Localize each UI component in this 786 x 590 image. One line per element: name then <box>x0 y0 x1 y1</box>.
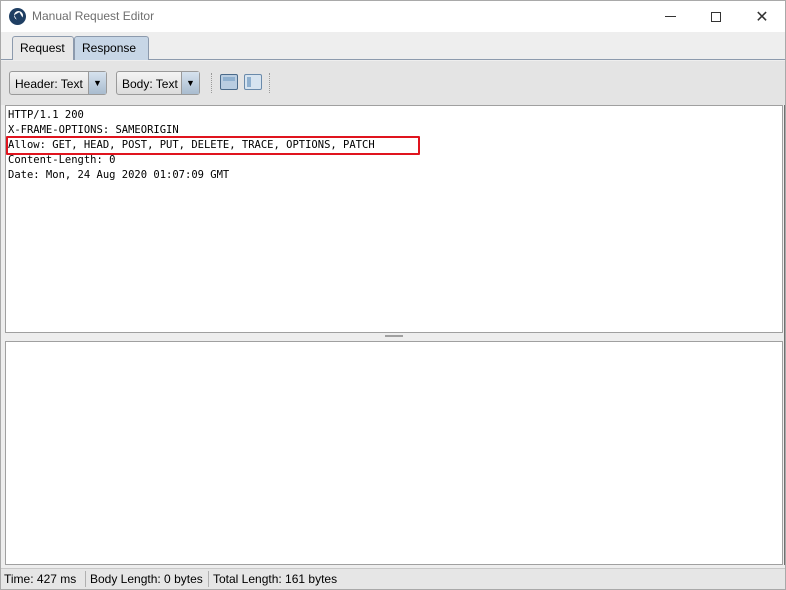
minimize-icon <box>664 16 676 17</box>
chevron-down-icon: ▼ <box>181 72 199 94</box>
toolbar-separator <box>269 73 270 93</box>
tab-bar: Request Response <box>1 32 785 60</box>
split-vertical-icon[interactable] <box>244 74 262 90</box>
header-line: Content-Length: 0 <box>8 154 116 166</box>
status-time: Time: 427 ms <box>4 572 77 586</box>
maximize-button[interactable] <box>693 1 739 32</box>
status-separator <box>208 571 209 587</box>
status-body-length: Body Length: 0 bytes <box>90 572 203 586</box>
header-line: HTTP/1.1 200 <box>8 109 84 121</box>
body-view-dropdown[interactable]: Body: Text ▼ <box>116 71 200 95</box>
response-body-textarea[interactable] <box>5 341 783 565</box>
status-bar: Time: 427 ms Body Length: 0 bytes Total … <box>1 568 785 589</box>
minimize-button[interactable] <box>647 1 693 32</box>
app-logo-icon <box>9 8 26 25</box>
title-bar: Manual Request Editor ✕ <box>1 1 785 32</box>
body-view-value: Body: Text <box>122 77 178 91</box>
split-horizontal-icon[interactable] <box>220 74 238 90</box>
toolbar: Header: Text ▼ Body: Text ▼ <box>1 61 785 105</box>
window-edge <box>784 105 785 565</box>
status-total-length: Total Length: 161 bytes <box>213 572 338 586</box>
close-button[interactable]: ✕ <box>739 1 785 32</box>
manual-request-editor-window: Manual Request Editor ✕ Request Response… <box>0 0 786 590</box>
tab-response[interactable]: Response <box>74 36 149 60</box>
split-pane-divider[interactable] <box>385 335 403 337</box>
toolbar-separator <box>211 73 212 93</box>
response-header-textarea[interactable]: HTTP/1.1 200 X-FRAME-OPTIONS: SAMEORIGIN… <box>5 105 783 333</box>
maximize-icon <box>711 11 721 22</box>
tab-request[interactable]: Request <box>12 36 74 60</box>
allow-header-highlight <box>6 136 420 155</box>
header-line: Date: Mon, 24 Aug 2020 01:07:09 GMT <box>8 169 230 181</box>
header-view-value: Header: Text <box>15 77 83 91</box>
header-view-dropdown[interactable]: Header: Text ▼ <box>9 71 107 95</box>
window-title: Manual Request Editor <box>32 9 155 23</box>
status-separator <box>85 571 86 587</box>
chevron-down-icon: ▼ <box>88 72 106 94</box>
